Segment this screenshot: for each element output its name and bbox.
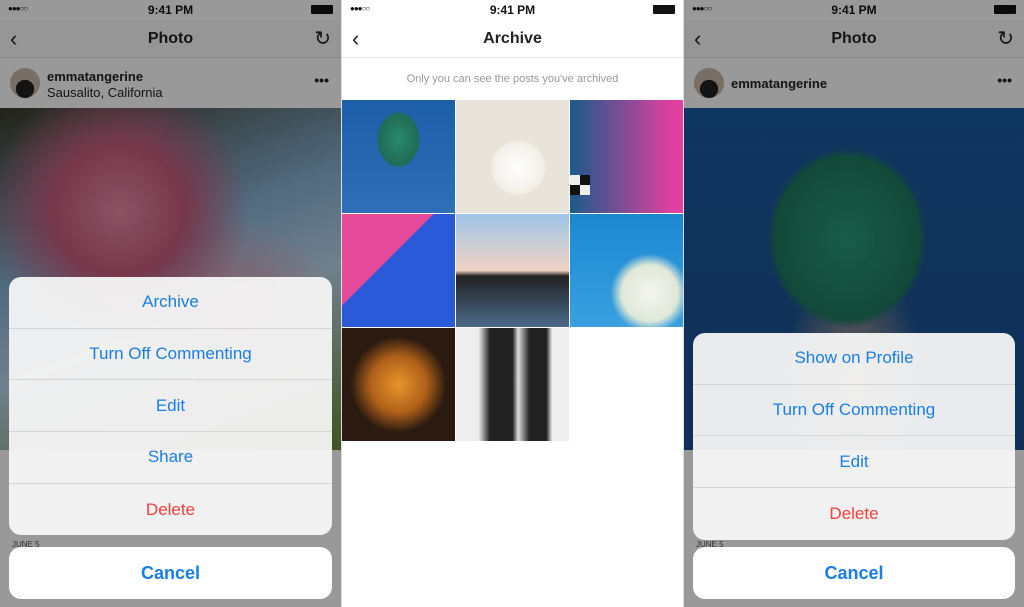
edit-button[interactable]: Edit bbox=[9, 380, 332, 433]
delete-button[interactable]: Delete bbox=[9, 484, 332, 536]
nav-bar: ‹ Archive bbox=[342, 20, 683, 58]
photo-screen-right: ●●●○○ 9:41 PM ‹ Photo ↻ emmatangerine ••• JU… bbox=[684, 0, 1024, 607]
archive-subtitle: Only you can see the posts you've archiv… bbox=[406, 73, 619, 85]
archive-screen: ●●●○○ 9:41 PM ‹ Archive Only you can see t… bbox=[342, 0, 683, 607]
archive-thumbnail[interactable] bbox=[342, 100, 455, 213]
cancel-button[interactable]: Cancel bbox=[693, 547, 1015, 599]
archive-thumbnail[interactable] bbox=[456, 100, 569, 213]
archive-thumbnail[interactable] bbox=[342, 214, 455, 327]
archive-thumbnail[interactable] bbox=[456, 328, 569, 441]
edit-button[interactable]: Edit bbox=[693, 436, 1015, 489]
status-bar: ●●●○○ 9:41 PM bbox=[342, 0, 683, 20]
battery-icon bbox=[653, 5, 675, 14]
page-title: Archive bbox=[483, 30, 542, 47]
delete-button[interactable]: Delete bbox=[693, 488, 1015, 540]
photo-screen-left: ●●●○○ 9:41 PM ‹ Photo ↻ emmatangerine Sausal… bbox=[0, 0, 341, 607]
archive-thumbnail[interactable] bbox=[570, 100, 683, 213]
turn-off-commenting-button[interactable]: Turn Off Commenting bbox=[693, 385, 1015, 437]
archive-thumbnail[interactable] bbox=[342, 328, 455, 441]
turn-off-commenting-button[interactable]: Turn Off Commenting bbox=[9, 329, 332, 381]
show-on-profile-button[interactable]: Show on Profile bbox=[693, 333, 1015, 385]
cancel-button[interactable]: Cancel bbox=[9, 547, 332, 599]
archive-button[interactable]: Archive bbox=[9, 277, 332, 329]
action-sheet: Archive Turn Off Commenting Edit Share D… bbox=[9, 277, 332, 536]
status-time: 9:41 PM bbox=[489, 3, 536, 17]
share-button[interactable]: Share bbox=[9, 432, 332, 484]
action-sheet: Show on Profile Turn Off Commenting Edit… bbox=[693, 333, 1015, 540]
archive-thumbnail[interactable] bbox=[570, 214, 683, 327]
archive-grid bbox=[342, 100, 683, 441]
archive-thumbnail[interactable] bbox=[456, 214, 569, 327]
